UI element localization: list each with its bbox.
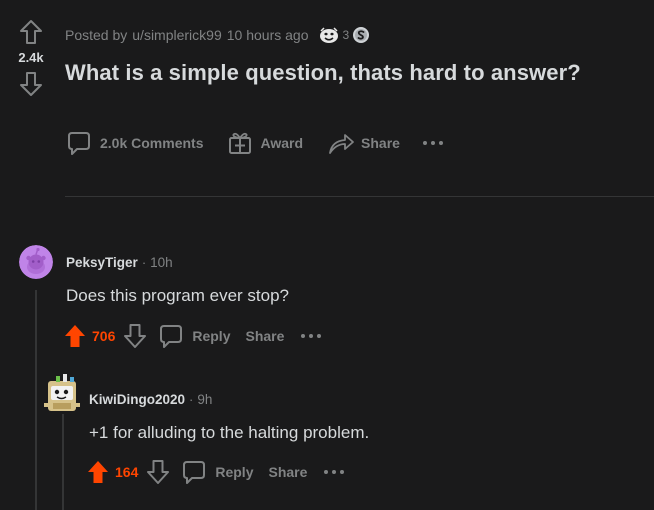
post-vote-column: 2.4k bbox=[10, 18, 52, 98]
meta-separator: · bbox=[141, 254, 147, 270]
upvote-icon[interactable] bbox=[87, 460, 109, 484]
upvote-icon[interactable] bbox=[64, 324, 86, 348]
downvote-icon[interactable] bbox=[17, 70, 45, 98]
comment-meta: KiwiDingo2020 · 9h bbox=[89, 390, 212, 408]
post-time: 10 hours ago bbox=[226, 27, 309, 43]
share-arrow-icon bbox=[329, 134, 354, 154]
comment-body: +1 for alluding to the halting problem. bbox=[89, 423, 370, 442]
more-options-button[interactable] bbox=[422, 138, 444, 148]
avatar[interactable] bbox=[19, 245, 53, 279]
comments-label: 2.0k Comments bbox=[100, 135, 204, 151]
ellipsis-icon[interactable] bbox=[323, 467, 345, 477]
post-author-link[interactable]: u/simplerick99 bbox=[132, 27, 221, 43]
share-button[interactable]: Share bbox=[245, 328, 284, 344]
comment-actions: 164 Reply Share bbox=[87, 458, 345, 486]
silver-award-icon bbox=[353, 27, 370, 43]
avatar[interactable] bbox=[44, 373, 82, 415]
posted-by-label: Posted by bbox=[65, 27, 128, 43]
comment-meta: PeksyTiger · 10h bbox=[66, 253, 173, 271]
post-awards[interactable]: 3 bbox=[318, 26, 370, 44]
comment-body: Does this program ever stop? bbox=[66, 286, 289, 305]
reply-label: Reply bbox=[192, 328, 231, 344]
post-comments-divider bbox=[65, 196, 654, 197]
award-label: Award bbox=[260, 135, 304, 151]
comment-score: 706 bbox=[92, 328, 116, 344]
ellipsis-icon[interactable] bbox=[300, 331, 322, 341]
comment-score: 164 bbox=[115, 464, 139, 480]
meta-separator: · bbox=[189, 391, 194, 407]
downvote-icon[interactable] bbox=[124, 324, 147, 348]
ellipsis-icon bbox=[422, 141, 443, 145]
comment-time[interactable]: 10h bbox=[150, 255, 173, 270]
post-actions-bar: 2.0k Comments Award Share bbox=[66, 126, 444, 160]
wholesome-award-icon bbox=[320, 27, 339, 43]
thread-line[interactable] bbox=[35, 290, 37, 510]
reply-button[interactable]: Reply bbox=[158, 323, 230, 349]
upvote-icon[interactable] bbox=[17, 18, 45, 46]
share-label: Share bbox=[361, 135, 400, 151]
award-count: 3 bbox=[342, 28, 350, 42]
speech-bubble-icon bbox=[160, 325, 183, 348]
thread-line-nested[interactable] bbox=[62, 414, 64, 510]
reddit-post-view: 2.4k Posted by u/simplerick99 10 hours a… bbox=[0, 0, 654, 510]
comment-author-link[interactable]: PeksyTiger bbox=[66, 255, 138, 270]
comments-button[interactable]: 2.0k Comments bbox=[66, 130, 203, 156]
reply-button[interactable]: Reply bbox=[181, 459, 253, 485]
speech-bubble-icon bbox=[68, 132, 90, 155]
share-button[interactable]: Share bbox=[327, 130, 400, 156]
post-meta: Posted by u/simplerick99 10 hours ago 3 bbox=[65, 24, 370, 46]
speech-bubble-icon bbox=[183, 461, 206, 484]
post-vote-count: 2.4k bbox=[18, 50, 44, 65]
share-button[interactable]: Share bbox=[268, 464, 307, 480]
gift-icon bbox=[229, 132, 252, 154]
comment-time[interactable]: 9h bbox=[197, 392, 212, 407]
post-title[interactable]: What is a simple question, thats hard to… bbox=[65, 58, 581, 88]
award-button[interactable]: Award bbox=[227, 130, 303, 156]
reply-label: Reply bbox=[215, 464, 254, 480]
downvote-icon[interactable] bbox=[147, 460, 170, 484]
comment-author-link[interactable]: KiwiDingo2020 bbox=[89, 392, 185, 407]
comment-actions: 706 Reply Share bbox=[64, 322, 322, 350]
